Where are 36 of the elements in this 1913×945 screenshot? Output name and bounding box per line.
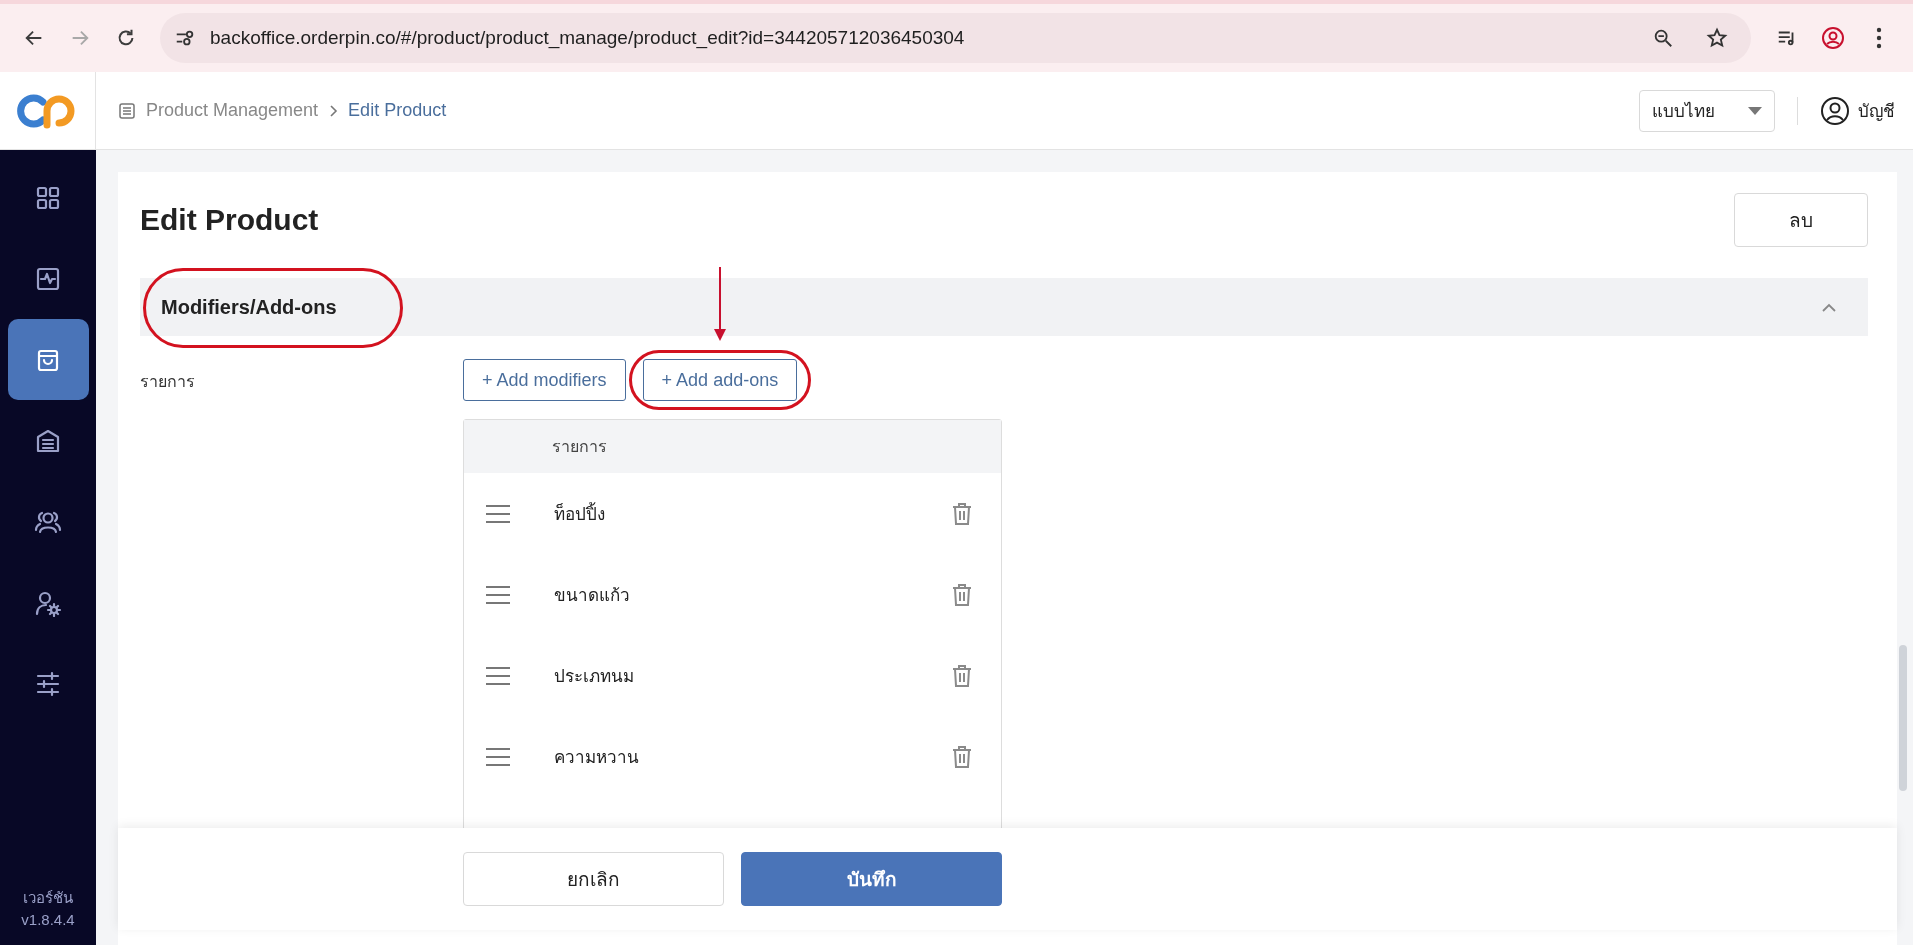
breadcrumb-link[interactable]: Product Management xyxy=(146,100,319,121)
column-header: รายการ xyxy=(552,437,607,457)
sliders-icon xyxy=(34,669,62,698)
version-number: v1.8.4.4 xyxy=(21,910,75,930)
document-icon xyxy=(118,101,136,120)
save-button[interactable]: บันทึก xyxy=(741,852,1002,906)
table-cell-text: ประเภทนม xyxy=(554,666,635,688)
user-icon[interactable] xyxy=(1820,95,1850,126)
drag-handle-icon[interactable] xyxy=(486,666,510,685)
add-button[interactable]: + Add modifiers xyxy=(463,359,626,401)
trash-icon[interactable] xyxy=(952,663,972,688)
trash-icon[interactable] xyxy=(952,582,972,607)
section-title: Modifiers/Add-ons xyxy=(160,295,337,319)
trash-icon[interactable] xyxy=(952,744,972,769)
drag-handle-icon[interactable] xyxy=(486,747,510,766)
chevron-right-icon xyxy=(328,103,339,118)
table-cell-text: ขนาดแก้ว xyxy=(554,585,631,607)
language-select[interactable]: แบบไทย xyxy=(1639,89,1775,132)
field-label: รายการ xyxy=(140,372,196,392)
breadcrumb-link[interactable]: Edit Product xyxy=(348,100,447,121)
dropdown-caret-icon xyxy=(1748,105,1762,116)
version-label: เวอร์ชัน xyxy=(23,888,73,908)
section-header[interactable]: Modifiers/Add-ons xyxy=(140,278,1868,336)
page-title: Edit Product xyxy=(140,202,319,237)
drag-handle-icon[interactable] xyxy=(486,504,510,523)
chevron-up-icon[interactable] xyxy=(1822,302,1836,312)
delete-button[interactable]: ลบ xyxy=(1734,192,1868,247)
scrollbar[interactable] xyxy=(1899,645,1907,791)
trash-icon[interactable] xyxy=(952,501,972,526)
cancel-button[interactable]: ยกเลิก xyxy=(463,852,724,906)
nav-item[interactable] xyxy=(7,319,89,400)
add-button[interactable]: + Add add-ons xyxy=(642,359,798,401)
account-link[interactable]: บัญชี xyxy=(1858,97,1895,124)
table-cell-text: ความหวาน xyxy=(554,747,640,769)
drag-handle-icon[interactable] xyxy=(486,585,510,604)
table-cell: ท็อปปิ้ง xyxy=(554,500,952,527)
